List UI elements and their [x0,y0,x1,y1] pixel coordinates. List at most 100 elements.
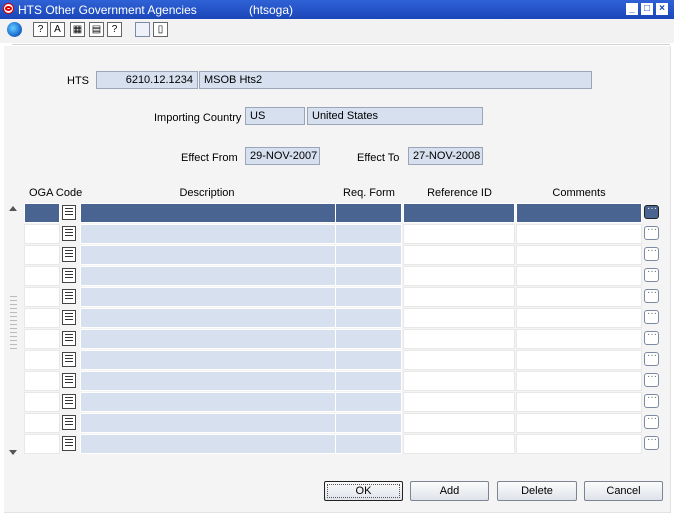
table-row[interactable] [24,203,659,224]
spellcheck-icon[interactable]: A [50,22,65,37]
oga-code-cell[interactable] [24,287,60,307]
table-row[interactable] [24,308,659,329]
comment-icon[interactable] [644,329,659,345]
comments-cell[interactable] [516,434,642,454]
column-header-reference-id: Reference ID [427,187,492,199]
new-document-icon[interactable]: ▯ [153,22,168,37]
oga-code-cell[interactable] [24,350,60,370]
comments-cell[interactable] [516,392,642,412]
comment-icon[interactable] [644,413,659,429]
comment-icon[interactable] [644,287,659,303]
list-of-values-icon[interactable] [62,394,76,409]
reference-id-cell[interactable] [403,392,515,412]
reference-id-cell[interactable] [403,329,515,349]
cancel-button[interactable]: Cancel [584,481,663,501]
table-row[interactable] [24,371,659,392]
scroll-down-arrow-icon[interactable] [9,450,17,455]
delete-button[interactable]: Delete [497,481,577,501]
req-form-cell [335,371,402,391]
table-row[interactable] [24,434,659,455]
info-icon[interactable]: ? [107,22,122,37]
comments-cell[interactable] [516,308,642,328]
table-row[interactable] [24,245,659,266]
list-of-values-icon[interactable] [62,205,76,220]
table-row[interactable] [24,266,659,287]
oga-code-cell[interactable] [24,203,60,223]
reference-id-cell[interactable] [403,203,515,223]
list-of-values-icon[interactable] [62,289,76,304]
add-button[interactable]: Add [410,481,489,501]
oga-code-cell[interactable] [24,434,60,454]
description-cell [80,371,358,391]
effect-to-field[interactable]: 27-NOV-2008 [408,147,483,165]
list-of-values-icon[interactable] [62,373,76,388]
reference-id-cell[interactable] [403,308,515,328]
oga-code-cell[interactable] [24,329,60,349]
table-row[interactable] [24,287,659,308]
list-of-values-icon[interactable] [62,436,76,451]
effect-from-field[interactable]: 29-NOV-2007 [245,147,320,165]
blank-icon[interactable] [135,22,150,37]
table-row[interactable] [24,224,659,245]
comments-cell[interactable] [516,350,642,370]
comments-cell[interactable] [516,287,642,307]
comments-cell[interactable] [516,329,642,349]
comments-cell[interactable] [516,371,642,391]
table-row[interactable] [24,413,659,434]
vertical-scrollbar[interactable] [7,201,20,460]
comments-cell[interactable] [516,245,642,265]
ok-button[interactable]: OK [324,481,403,501]
comment-icon[interactable] [644,245,659,261]
reference-id-cell[interactable] [403,434,515,454]
reference-id-cell[interactable] [403,287,515,307]
calculator-icon[interactable]: ▦ [70,22,85,37]
list-of-values-icon[interactable] [62,310,76,325]
list-of-values-icon[interactable] [62,226,76,241]
table-row[interactable] [24,392,659,413]
oga-code-cell[interactable] [24,413,60,433]
globe-icon[interactable] [7,22,22,37]
comment-icon[interactable] [644,371,659,387]
list-of-values-icon[interactable] [62,247,76,262]
hts-description-field[interactable]: MSOB Hts2 [199,71,592,89]
oga-code-cell[interactable] [24,392,60,412]
oga-code-cell[interactable] [24,224,60,244]
oga-code-cell[interactable] [24,266,60,286]
print-icon[interactable]: ▤ [89,22,104,37]
comments-cell[interactable] [516,224,642,244]
reference-id-cell[interactable] [403,350,515,370]
country-code-field[interactable]: US [245,107,305,125]
comment-icon[interactable] [644,308,659,324]
reference-id-cell[interactable] [403,224,515,244]
reference-id-cell[interactable] [403,371,515,391]
close-button[interactable]: × [656,3,668,15]
scroll-up-arrow-icon[interactable] [9,206,17,211]
table-row[interactable] [24,329,659,350]
maximize-button[interactable]: □ [641,3,653,15]
reference-id-cell[interactable] [403,266,515,286]
comment-icon[interactable] [644,434,659,450]
scroll-grip[interactable] [10,296,17,352]
hts-code-field[interactable]: 6210.12.1234 [96,71,198,89]
minimize-button[interactable]: _ [626,3,638,15]
list-of-values-icon[interactable] [62,268,76,283]
comment-icon[interactable] [644,203,659,219]
list-of-values-icon[interactable] [62,331,76,346]
comment-icon[interactable] [644,392,659,408]
help-icon[interactable]: ? [33,22,48,37]
comment-icon[interactable] [644,266,659,282]
table-row[interactable] [24,350,659,371]
country-name-field[interactable]: United States [307,107,483,125]
list-of-values-icon[interactable] [62,415,76,430]
comments-cell[interactable] [516,266,642,286]
comment-icon[interactable] [644,350,659,366]
list-of-values-icon[interactable] [62,352,76,367]
comments-cell[interactable] [516,203,642,223]
reference-id-cell[interactable] [403,413,515,433]
reference-id-cell[interactable] [403,245,515,265]
oga-code-cell[interactable] [24,245,60,265]
comments-cell[interactable] [516,413,642,433]
comment-icon[interactable] [644,224,659,240]
oga-code-cell[interactable] [24,371,60,391]
oga-code-cell[interactable] [24,308,60,328]
